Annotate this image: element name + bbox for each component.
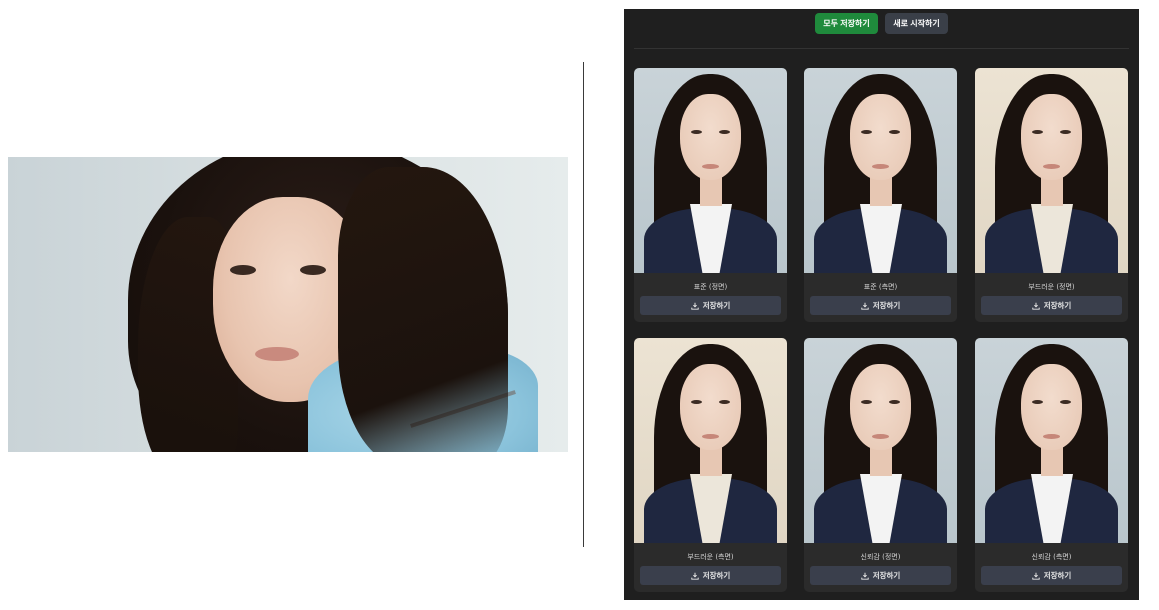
toolbar-divider [634,48,1129,49]
divider [583,62,584,547]
save-button[interactable]: 저장하기 [810,296,951,315]
toolbar: 모두 저장하기 새로 시작하기 [624,9,1139,49]
download-icon [691,572,699,580]
save-button[interactable]: 저장하기 [810,566,951,585]
download-icon [1032,572,1040,580]
result-label: 신뢰감 (정면) [860,553,901,561]
download-icon [861,572,869,580]
result-photo [804,68,957,273]
save-button-label: 저장하기 [1043,301,1072,310]
result-photo [804,338,957,543]
save-button-label: 저장하기 [702,571,731,580]
save-button-label: 저장하기 [872,571,901,580]
save-button-label: 저장하기 [1043,571,1072,580]
result-card: 신뢰감 (정면) 저장하기 [804,338,957,592]
result-card: 부드러운 (정면) 저장하기 [975,68,1128,322]
save-button[interactable]: 저장하기 [981,566,1122,585]
results-grid: 표준 (정면) 저장하기 표준 (측면) 저장하기 부드러운 (정면) 저장하기 부드러운 … [634,68,1129,600]
result-label: 표준 (측면) [863,283,898,291]
result-photo [975,338,1128,543]
download-icon [1032,302,1040,310]
save-button[interactable]: 저장하기 [640,296,781,315]
result-card: 부드러운 (측면) 저장하기 [634,338,787,592]
download-icon [861,302,869,310]
page: 모두 저장하기 새로 시작하기 표준 (정면) 저장하기 표준 (측면) 저장하기 부드… [0,0,1159,610]
result-photo [975,68,1128,273]
restart-button[interactable]: 새로 시작하기 [885,13,948,34]
result-label: 신뢰감 (측면) [1031,553,1072,561]
result-card: 표준 (측면) 저장하기 [804,68,957,322]
save-button-label: 저장하기 [702,301,731,310]
result-card: 표준 (정면) 저장하기 [634,68,787,322]
save-button[interactable]: 저장하기 [981,296,1122,315]
result-card: 신뢰감 (측면) 저장하기 [975,338,1128,592]
download-icon [691,302,699,310]
result-photo [634,68,787,273]
results-panel: 모두 저장하기 새로 시작하기 표준 (정면) 저장하기 표준 (측면) 저장하기 부드… [624,9,1139,600]
result-label: 부드러운 (측면) [687,553,734,561]
result-photo [634,338,787,543]
save-button-label: 저장하기 [872,301,901,310]
result-label: 표준 (정면) [693,283,728,291]
result-label: 부드러운 (정면) [1028,283,1075,291]
save-all-button[interactable]: 모두 저장하기 [815,13,878,34]
save-button[interactable]: 저장하기 [640,566,781,585]
source-photo [8,157,568,452]
